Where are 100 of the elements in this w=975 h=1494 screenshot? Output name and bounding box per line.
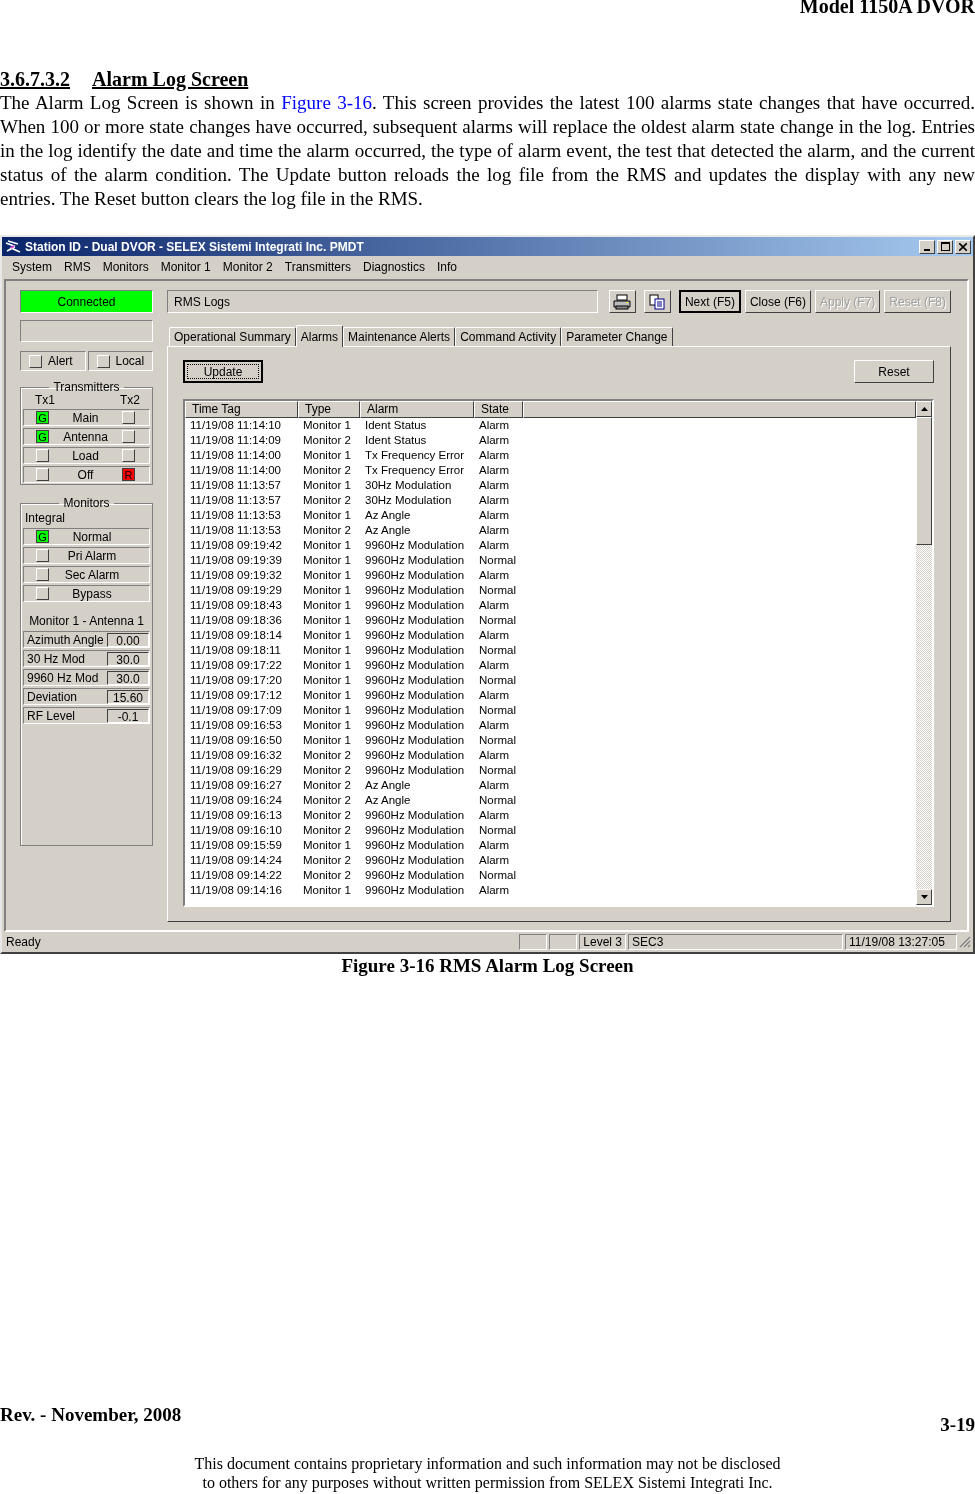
group-title: Transmitters bbox=[52, 380, 121, 394]
tab[interactable]: Operational Summary bbox=[169, 327, 296, 346]
reading-value: 0.00 bbox=[107, 632, 149, 647]
scroll-thumb[interactable] bbox=[916, 417, 932, 545]
table-cell-text: Tx Frequency Error bbox=[364, 448, 466, 463]
table-cell-text: Az Angle bbox=[364, 778, 412, 793]
table-cell-text: Normal bbox=[478, 553, 518, 568]
close-icon bbox=[959, 242, 967, 251]
flag-label: Alert bbox=[48, 354, 73, 368]
table-cell-text: Monitor 2 bbox=[302, 868, 352, 883]
scroll-up-button[interactable] bbox=[916, 401, 932, 417]
menu-item[interactable]: Monitors bbox=[96, 260, 155, 274]
reading-value: 15.60 bbox=[107, 689, 149, 704]
table-cell-text: 9960Hz Modulation bbox=[364, 883, 466, 898]
copy-button[interactable] bbox=[643, 290, 671, 313]
menu-item[interactable]: Monitor 2 bbox=[216, 260, 279, 274]
table-cell-text: 11/19/08 09:18:36 bbox=[189, 613, 283, 628]
menu-item[interactable]: Info bbox=[431, 260, 464, 274]
status-label: Bypass bbox=[71, 586, 113, 601]
table-cell-text: Monitor 1 bbox=[302, 418, 352, 433]
printer-icon bbox=[613, 293, 632, 310]
reading-label: 9960 Hz Mod bbox=[26, 670, 100, 685]
table-cell-text: Monitor 1 bbox=[302, 478, 352, 493]
column-header[interactable]: State bbox=[474, 401, 523, 418]
column-header[interactable]: Type bbox=[298, 401, 360, 418]
table-cell-text: Az Angle bbox=[364, 793, 412, 808]
status-label: Main bbox=[71, 410, 100, 425]
table-cell-text: 9960Hz Modulation bbox=[364, 553, 466, 568]
status-label: Antenna bbox=[62, 429, 109, 444]
column-label: Tx1 bbox=[35, 394, 55, 407]
table-cell-text: 9960Hz Modulation bbox=[364, 583, 466, 598]
tab[interactable]: Alarms bbox=[295, 325, 344, 347]
table-cell-text: Alarm bbox=[478, 538, 511, 553]
table-cell-text: Alarm bbox=[478, 493, 511, 508]
tab[interactable]: Parameter Change bbox=[561, 327, 673, 346]
reading-value: 30.0 bbox=[107, 670, 149, 685]
table-cell-text: Normal bbox=[478, 583, 518, 598]
table-cell-text: Monitor 1 bbox=[302, 883, 352, 898]
close-button[interactable] bbox=[955, 239, 971, 254]
column-header[interactable]: Alarm bbox=[360, 401, 474, 418]
table-cell-text: Normal bbox=[478, 823, 518, 838]
status-lamp: G bbox=[36, 530, 49, 543]
menu-item[interactable]: Transmitters bbox=[278, 260, 357, 274]
column-header[interactable]: Time Tag bbox=[185, 401, 298, 418]
table-cell-text: Monitor 1 bbox=[302, 673, 352, 688]
table-cell-text: 9960Hz Modulation bbox=[364, 643, 466, 658]
table-cell-text: 11/19/08 09:16:13 bbox=[189, 808, 283, 823]
reading-value: 30.0 bbox=[107, 651, 149, 666]
table-cell-text: Normal bbox=[478, 733, 518, 748]
table-cell-text: 11/19/08 09:19:29 bbox=[189, 583, 283, 598]
table-cell-text: 9960Hz Modulation bbox=[364, 673, 466, 688]
status-message: Ready bbox=[5, 934, 42, 950]
table-cell-text: Monitor 1 bbox=[302, 718, 352, 733]
table-cell-text: Monitor 2 bbox=[302, 763, 352, 778]
window-title: Station ID - Dual DVOR - SELEX Sistemi Integrati Inc. PMDT bbox=[25, 239, 365, 254]
table-cell-text: 11/19/08 09:17:20 bbox=[189, 673, 283, 688]
table-cell-text: Monitor 1 bbox=[302, 553, 352, 568]
table-cell-text: 11/19/08 09:19:32 bbox=[189, 568, 283, 583]
tab[interactable]: Command Activity bbox=[455, 327, 562, 346]
section-number: 3.6.7.3.2 bbox=[0, 67, 70, 91]
maximize-button[interactable] bbox=[937, 239, 953, 254]
menu-item[interactable]: System bbox=[6, 260, 58, 274]
status-lamp: R bbox=[122, 468, 135, 481]
table-cell-text: Normal bbox=[478, 868, 518, 883]
table-cell-text: 11/19/08 11:14:09 bbox=[189, 433, 283, 448]
table-cell-text: Alarm bbox=[478, 658, 511, 673]
print-button[interactable] bbox=[608, 290, 636, 313]
figure-link[interactable]: Figure 3-16 bbox=[281, 92, 373, 113]
table-cell-text: 30Hz Modulation bbox=[364, 493, 453, 508]
table-cell-text: Monitor 2 bbox=[302, 463, 352, 478]
status-lamp: G bbox=[36, 430, 49, 443]
menu-item[interactable]: RMS bbox=[58, 260, 97, 274]
table-cell-text: 11/19/08 11:13:53 bbox=[189, 508, 283, 523]
group-subtitle: Integral bbox=[24, 510, 67, 526]
table-cell-text: Alarm bbox=[478, 433, 511, 448]
scroll-down-button[interactable] bbox=[916, 889, 932, 905]
table-cell-text: Monitor 2 bbox=[302, 778, 352, 793]
table-cell-text: 11/19/08 09:17:09 bbox=[189, 703, 283, 718]
status-lamp: G bbox=[36, 411, 49, 424]
minimize-button[interactable] bbox=[919, 239, 935, 254]
table-cell-text: 9960Hz Modulation bbox=[364, 613, 466, 628]
page-number: 3-19 bbox=[940, 1414, 975, 1436]
table-cell-text: Alarm bbox=[478, 508, 511, 523]
toolbar-button[interactable]: Next (F5) bbox=[678, 290, 741, 313]
toolbar-button[interactable]: Close (F6) bbox=[744, 290, 811, 313]
update-button[interactable]: Update bbox=[183, 360, 263, 383]
table-cell-text: 11/19/08 11:13:57 bbox=[189, 493, 283, 508]
menu-item[interactable]: Diagnostics bbox=[357, 260, 432, 274]
tab[interactable]: Maintenance Alerts bbox=[343, 327, 456, 346]
table-cell-text: 9960Hz Modulation bbox=[364, 538, 466, 553]
up-arrow-icon bbox=[920, 407, 928, 411]
table-cell-text: Monitor 1 bbox=[302, 613, 352, 628]
table-cell-text: Normal bbox=[478, 763, 518, 778]
down-arrow-icon bbox=[920, 895, 928, 899]
status-label: Pri Alarm bbox=[66, 548, 118, 563]
table-cell-text: Monitor 1 bbox=[302, 643, 352, 658]
menu-item[interactable]: Monitor 1 bbox=[154, 260, 217, 274]
screen-name-field: RMS Logs bbox=[167, 290, 598, 313]
reset-button[interactable]: Reset bbox=[854, 360, 934, 383]
table-cell-text: Alarm bbox=[478, 598, 511, 613]
